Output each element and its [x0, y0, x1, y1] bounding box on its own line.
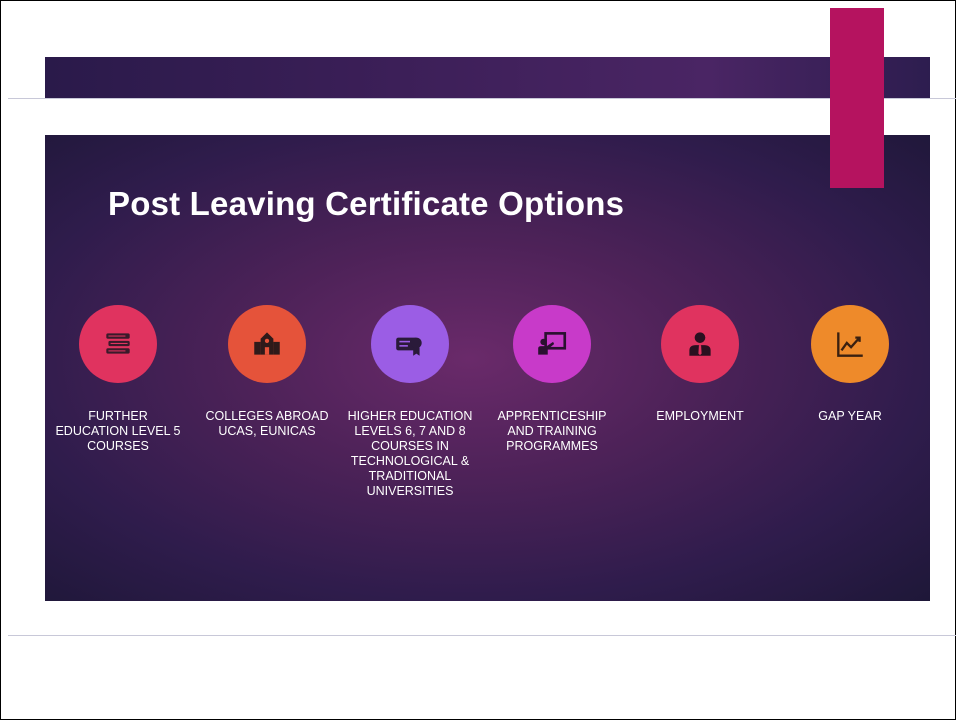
option-apprenticeship: APPRENTICESHIP AND TRAINING PROGRAMMES: [482, 305, 622, 454]
school-building-icon: [228, 305, 306, 383]
line-chart-icon: [811, 305, 889, 383]
books-icon: [79, 305, 157, 383]
option-employment: EMPLOYMENT: [630, 305, 770, 424]
option-label: GAP YEAR: [818, 409, 882, 423]
accent-bar: [830, 8, 884, 188]
option-label: EMPLOYMENT: [656, 409, 744, 423]
option-further-education: FURTHER EDUCATION LEVEL 5 COURSES: [48, 305, 188, 454]
option-label: APPRENTICESHIP AND TRAINING PROGRAMMES: [497, 409, 607, 453]
slide-divider-bottom: [8, 635, 956, 636]
option-label: FURTHER EDUCATION LEVEL 5 COURSES: [55, 409, 181, 453]
businessman-icon: [661, 305, 739, 383]
option-label: COLLEGES ABROAD UCAS, EUNICAS: [205, 409, 329, 438]
slide: Post Leaving Certificate Options FURTHER…: [45, 135, 930, 601]
option-higher-education: HIGHER EDUCATION LEVELS 6, 7 AND 8 COURS…: [340, 305, 480, 499]
teacher-board-icon: [513, 305, 591, 383]
diploma-icon: [371, 305, 449, 383]
option-gap-year: GAP YEAR: [780, 305, 920, 424]
previous-slide-strip: [45, 57, 930, 98]
slide-divider-top: [8, 98, 956, 99]
option-label: HIGHER EDUCATION LEVELS 6, 7 AND 8 COURS…: [347, 409, 473, 498]
slide-title: Post Leaving Certificate Options: [108, 185, 625, 222]
option-colleges-abroad: COLLEGES ABROAD UCAS, EUNICAS: [197, 305, 337, 439]
